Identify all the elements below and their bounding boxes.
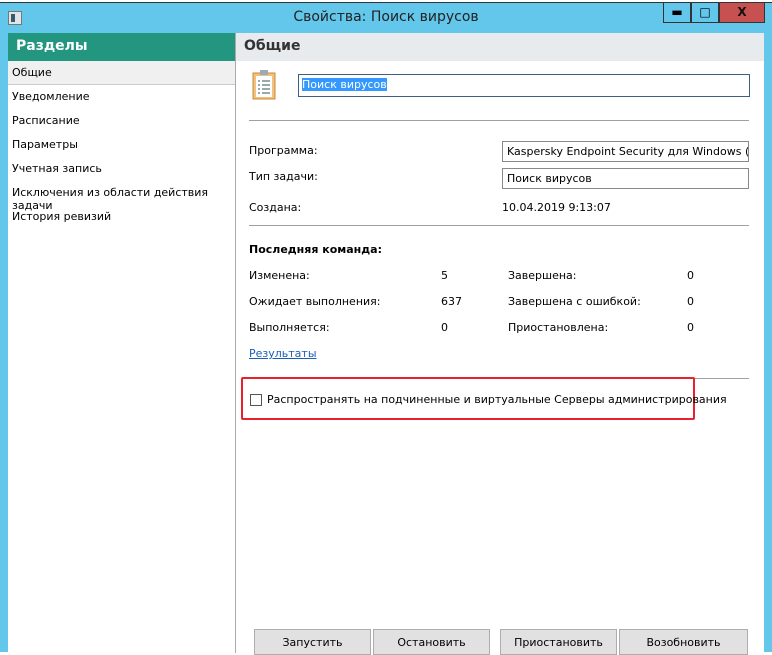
- sidebar-item-exclusions[interactable]: Исключения из области действия задачи: [8, 181, 235, 212]
- resume-button[interactable]: Возобновить: [619, 629, 748, 655]
- sidebar-item-notification[interactable]: Уведомление: [8, 85, 235, 109]
- divider: [249, 225, 749, 226]
- pending-value: 637: [441, 295, 462, 308]
- stop-button[interactable]: Остановить: [373, 629, 490, 655]
- program-field[interactable]: Kaspersky Endpoint Security для Windows …: [502, 141, 749, 162]
- program-label: Программа:: [249, 144, 318, 157]
- properties-window: Свойства: Поиск вирусов ▬ □ X Разделы Об…: [0, 2, 772, 655]
- clipboard-icon: [252, 70, 276, 100]
- window-title: Свойства: Поиск вирусов: [293, 9, 479, 25]
- results-link[interactable]: Результаты: [249, 347, 317, 360]
- running-label: Выполняется:: [249, 321, 330, 334]
- general-panel: Общие Поиск вирусов Программа: Kaspersky…: [236, 33, 764, 655]
- panel-title: Общие: [236, 33, 764, 61]
- created-value: 10.04.2019 9:13:07: [502, 201, 611, 214]
- task-type-label: Тип задачи:: [249, 170, 318, 183]
- sidebar-item-account[interactable]: Учетная запись: [8, 157, 235, 181]
- divider: [249, 120, 749, 121]
- maximize-button[interactable]: □: [691, 3, 719, 23]
- sidebar-header: Разделы: [8, 33, 235, 61]
- sidebar-item-settings[interactable]: Параметры: [8, 133, 235, 157]
- sidebar-item-schedule[interactable]: Расписание: [8, 109, 235, 133]
- task-type-field[interactable]: Поиск вирусов: [502, 168, 749, 189]
- minimize-button[interactable]: ▬: [663, 3, 691, 23]
- failed-value: 0: [687, 295, 694, 308]
- sidebar-item-general[interactable]: Общие: [8, 61, 235, 85]
- changed-value: 5: [441, 269, 448, 282]
- changed-label: Изменена:: [249, 269, 310, 282]
- paused-value: 0: [687, 321, 694, 334]
- completed-value: 0: [687, 269, 694, 282]
- task-name-text: Поиск вирусов: [302, 78, 387, 91]
- created-label: Создана:: [249, 201, 302, 214]
- sections-sidebar: Разделы Общие Уведомление Расписание Пар…: [8, 33, 236, 653]
- title-bar[interactable]: Свойства: Поиск вирусов ▬ □ X: [0, 3, 772, 33]
- paused-label: Приостановлена:: [508, 321, 609, 334]
- failed-label: Завершена с ошибкой:: [508, 295, 641, 308]
- running-value: 0: [441, 321, 448, 334]
- close-button[interactable]: X: [719, 3, 765, 23]
- task-name-input[interactable]: Поиск вирусов: [298, 74, 750, 97]
- last-command-heading: Последняя команда:: [249, 243, 382, 256]
- start-button[interactable]: Запустить: [254, 629, 371, 655]
- propagate-checkbox-label[interactable]: Распространять на подчиненные и виртуаль…: [267, 393, 727, 406]
- completed-label: Завершена:: [508, 269, 577, 282]
- propagate-checkbox[interactable]: [250, 394, 262, 406]
- pending-label: Ожидает выполнения:: [249, 295, 381, 308]
- pause-button[interactable]: Приостановить: [500, 629, 617, 655]
